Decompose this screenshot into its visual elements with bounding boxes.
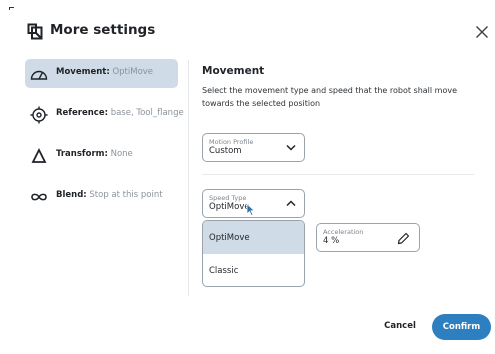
nav-item-value: base, Tool_flange [110, 108, 184, 118]
dropdown-option-classic[interactable]: Classic [203, 254, 304, 286]
nav-item-reference[interactable]: Reference: base, Tool_flange [25, 100, 184, 129]
blend-infinity-icon [31, 193, 47, 201]
section-title: Movement [202, 65, 265, 77]
dialog-header: More settings [0, 0, 495, 60]
nav-item-key: Movement: [56, 67, 110, 77]
settings-nav: Movement: OptiMove Reference: base, Tool… [25, 59, 184, 223]
confirm-button[interactable]: Confirm [432, 314, 491, 340]
reference-target-icon [30, 106, 48, 124]
panel-divider [188, 60, 189, 296]
section-separator [202, 174, 474, 175]
acceleration-field[interactable]: Acceleration 4 % [316, 223, 420, 252]
nav-item-value: OptiMove [112, 67, 154, 77]
pencil-edit-icon[interactable] [397, 232, 410, 245]
dropdown-option-label: OptiMove [209, 233, 250, 243]
transform-delta-icon [31, 147, 47, 163]
nav-item-value: Stop at this point [89, 190, 163, 200]
nav-item-key: Transform: [56, 149, 108, 159]
section-description: Select the movement type and speed that … [202, 86, 458, 108]
nav-item-transform[interactable]: Transform: None [25, 141, 178, 170]
robot-logo-icon [27, 23, 43, 40]
field-label: Acceleration [323, 228, 364, 236]
chevron-down-icon [286, 144, 296, 151]
dropdown-option-label: Classic [209, 266, 239, 276]
speed-type-dropdown: OptiMove Classic [202, 220, 305, 287]
nav-item-value: None [110, 149, 133, 159]
nav-item-blend[interactable]: Blend: Stop at this point [25, 182, 178, 211]
nav-item-movement[interactable]: Movement: OptiMove [25, 59, 178, 88]
nav-item-key: Blend: [56, 190, 87, 200]
field-value: 4 % [323, 236, 340, 246]
nav-item-key: Reference: [56, 108, 108, 118]
field-value: OptiMove [209, 202, 250, 212]
cancel-button[interactable]: Cancel [380, 316, 420, 336]
dropdown-option-optimove[interactable]: OptiMove [203, 221, 304, 254]
dialog-title: More settings [50, 22, 156, 38]
chevron-up-icon [286, 200, 296, 207]
field-label: Speed Type [209, 194, 247, 202]
mouse-pointer-icon [246, 203, 256, 216]
motion-profile-select[interactable]: Motion Profile Custom [202, 133, 305, 162]
field-label: Motion Profile [209, 138, 254, 146]
movement-icon [30, 70, 48, 80]
close-icon[interactable] [475, 25, 489, 39]
field-value: Custom [209, 146, 242, 156]
